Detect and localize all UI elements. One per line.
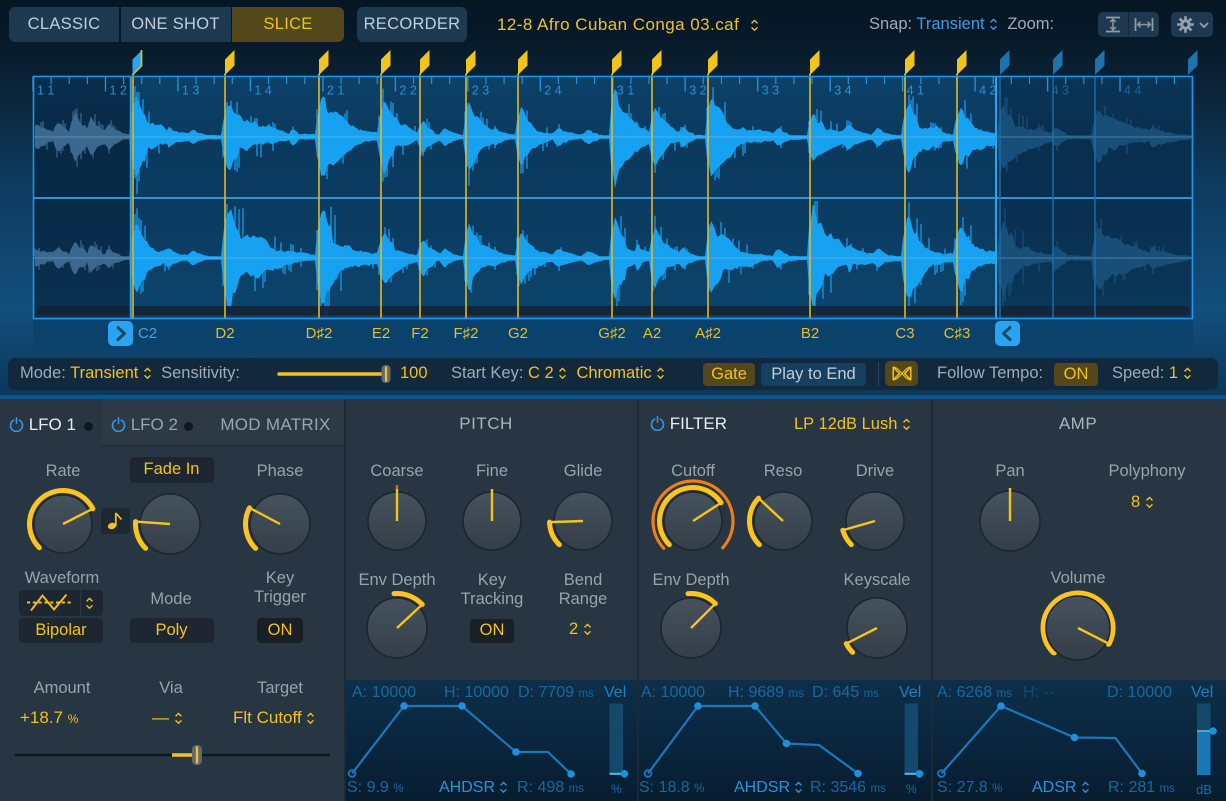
svg-text:2 2: 2 2	[399, 84, 416, 98]
svg-text:4 1: 4 1	[907, 84, 924, 98]
svg-text:2 3: 2 3	[472, 84, 489, 98]
svg-text:1 2: 1 2	[110, 84, 127, 98]
svg-text:4 3: 4 3	[1052, 84, 1069, 98]
svg-text:3 2: 3 2	[689, 84, 706, 98]
svg-text:1 1: 1 1	[37, 84, 54, 98]
svg-text:1 4: 1 4	[254, 84, 271, 98]
svg-text:1 3: 1 3	[182, 84, 199, 98]
svg-text:4 2: 4 2	[979, 84, 996, 98]
svg-text:2 4: 2 4	[544, 84, 561, 98]
svg-text:2 1: 2 1	[327, 84, 344, 98]
svg-text:3 4: 3 4	[834, 84, 851, 98]
svg-text:3 1: 3 1	[617, 84, 634, 98]
svg-text:4 4: 4 4	[1124, 84, 1141, 98]
svg-text:3 3: 3 3	[762, 84, 779, 98]
